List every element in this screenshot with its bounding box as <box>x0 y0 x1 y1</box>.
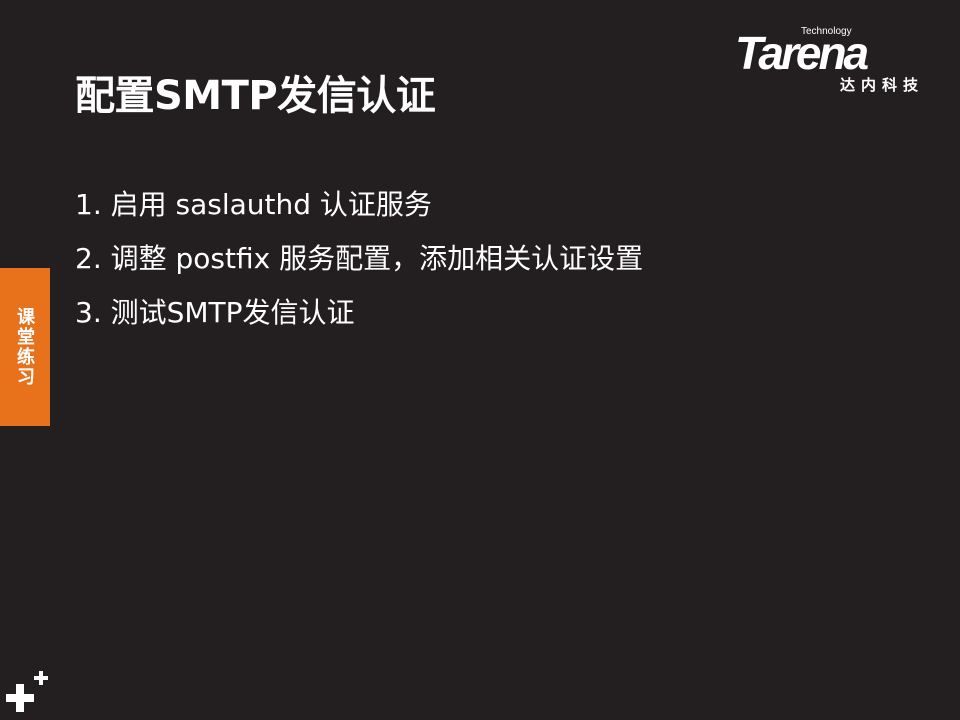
side-tab-label: 课堂练习 <box>14 307 35 387</box>
logo-wordmark: Tarena <box>735 27 869 79</box>
step-list: 1. 启用 saslauthd 认证服务 2. 调整 postfix 服务配置，… <box>75 178 643 340</box>
step-item: 3. 测试SMTP发信认证 <box>75 296 355 329</box>
step-item: 2. 调整 postfix 服务配置，添加相关认证设置 <box>75 242 644 275</box>
slide-title: 配置SMTP发信认证 <box>75 73 436 119</box>
classroom-practice-tab: 课堂练习 <box>0 268 50 426</box>
plus-icon <box>6 671 48 712</box>
tarena-logo: Technology Tarena 达内科技 <box>735 26 930 96</box>
step-item: 1. 启用 saslauthd 认证服务 <box>75 188 432 221</box>
logo-chinese-name: 达内科技 <box>839 76 924 94</box>
